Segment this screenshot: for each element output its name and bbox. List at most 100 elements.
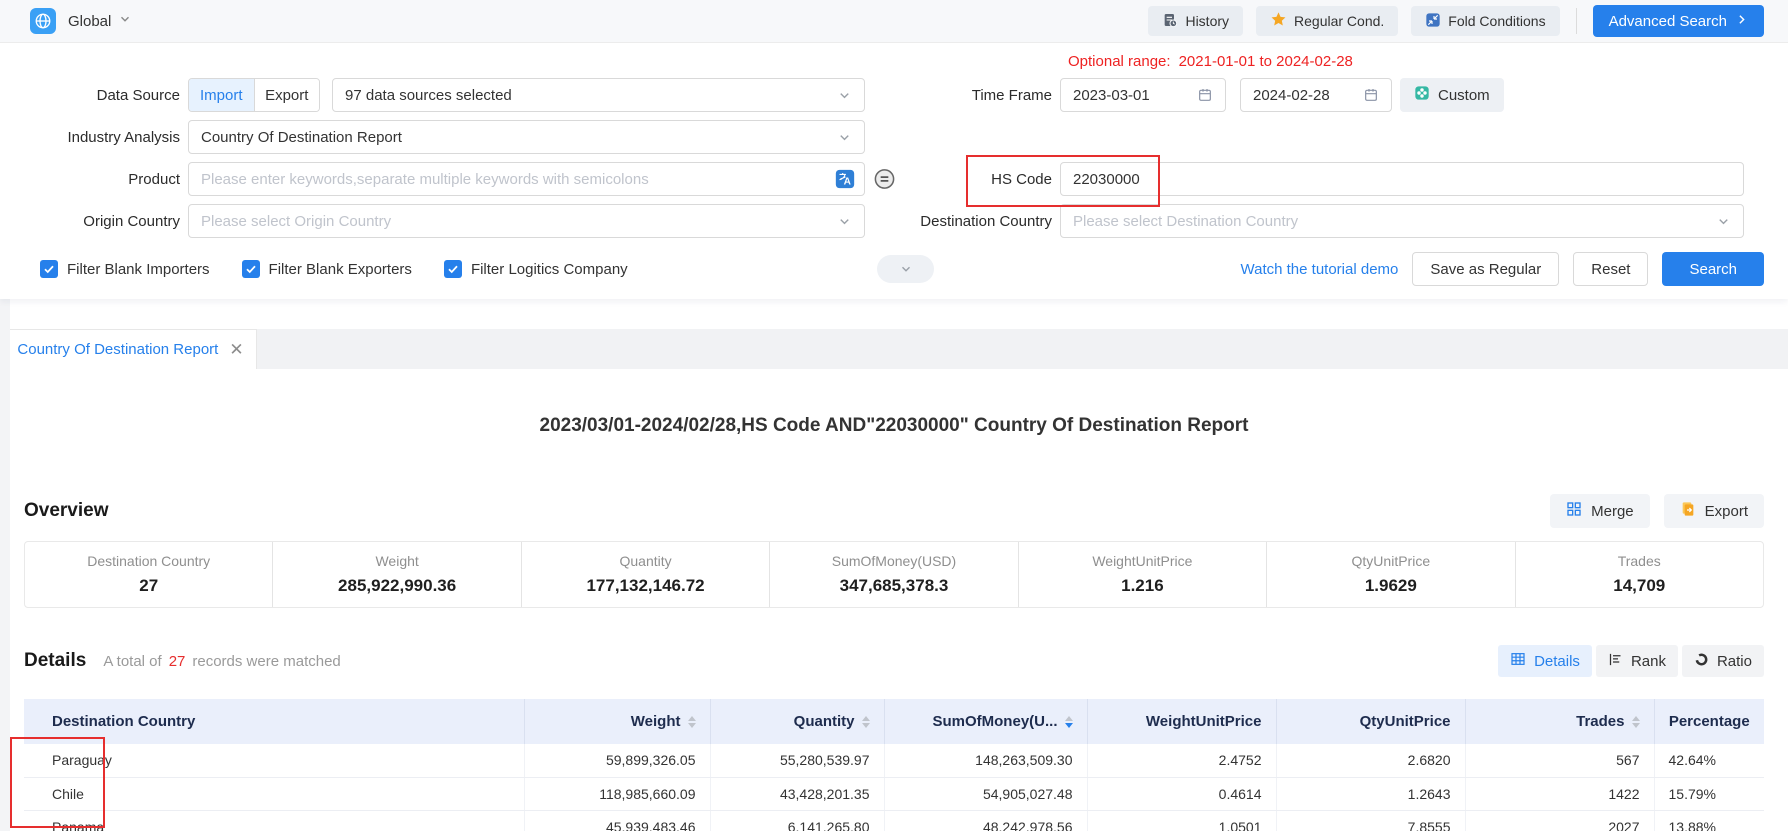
row-product: Product A HS Code xyxy=(0,162,1788,196)
view-rank-button[interactable]: Rank xyxy=(1596,645,1678,677)
custom-range-button[interactable]: Custom xyxy=(1400,78,1504,112)
view-details-button[interactable]: Details xyxy=(1498,645,1592,677)
details-table: Destination Country Weight Quantity SumO… xyxy=(24,699,1764,831)
history-icon xyxy=(1162,12,1178,31)
stat-sum-of-money: SumOfMoney(USD) 347,685,378.3 xyxy=(769,542,1017,607)
data-source-label: Data Source xyxy=(0,87,180,104)
spacer xyxy=(0,299,1788,329)
tab-country-of-destination-report[interactable]: Country Of Destination Report ✕ xyxy=(4,329,257,369)
merge-icon xyxy=(1566,501,1582,521)
bar-rank-icon xyxy=(1608,652,1623,671)
details-heading: Details xyxy=(24,650,86,672)
table-row[interactable]: Chile 118,985,660.09 43,428,201.35 54,90… xyxy=(24,777,1764,810)
col-weight[interactable]: Weight xyxy=(524,699,710,744)
view-ratio-button[interactable]: Ratio xyxy=(1682,645,1764,677)
checkbox-checked-icon xyxy=(242,260,260,278)
industry-label: Industry Analysis xyxy=(0,129,180,146)
stat-weight-unit-price: WeightUnitPrice 1.216 xyxy=(1018,542,1266,607)
start-date-input[interactable]: 2023-03-01 xyxy=(1060,78,1226,112)
cell-country[interactable]: Panama xyxy=(24,810,524,831)
data-sources-select[interactable]: 97 data sources selected xyxy=(332,78,865,112)
row-industry: Industry Analysis Country Of Destination… xyxy=(0,120,1788,154)
row-countries: Origin Country Please select Origin Coun… xyxy=(0,204,1788,238)
filter-blank-importers-checkbox[interactable]: Filter Blank Importers xyxy=(40,260,210,278)
save-as-regular-button[interactable]: Save as Regular xyxy=(1412,252,1559,286)
destination-country-label: Destination Country xyxy=(865,213,1052,230)
time-frame-label: Time Frame xyxy=(865,87,1052,104)
fold-icon xyxy=(1425,12,1441,31)
chevron-down-icon xyxy=(837,214,852,229)
end-date-input[interactable]: 2024-02-28 xyxy=(1240,78,1392,112)
origin-country-select[interactable]: Please select Origin Country xyxy=(188,204,865,238)
topbar: Global History Regular Cond. Fold Condit… xyxy=(0,0,1788,43)
chevron-down-icon xyxy=(837,88,852,103)
custom-icon xyxy=(1414,85,1430,105)
cell-country[interactable]: Paraguay xyxy=(24,744,524,777)
stat-trades: Trades 14,709 xyxy=(1515,542,1763,607)
history-button[interactable]: History xyxy=(1148,6,1243,36)
export-button[interactable]: Export xyxy=(1664,494,1764,528)
scope-selector[interactable]: Global xyxy=(30,8,132,34)
reset-button[interactable]: Reset xyxy=(1573,252,1648,286)
svg-text:A: A xyxy=(844,177,852,188)
col-sum-of-money[interactable]: SumOfMoney(U... xyxy=(884,699,1087,744)
import-toggle[interactable]: Import xyxy=(189,79,254,111)
translate-icon[interactable]: A xyxy=(834,168,856,190)
topbar-divider xyxy=(1576,8,1577,34)
sort-icon-active-desc[interactable] xyxy=(1065,716,1073,728)
merge-button[interactable]: Merge xyxy=(1550,494,1650,528)
calendar-icon xyxy=(1197,87,1213,103)
close-icon[interactable]: ✕ xyxy=(229,341,243,358)
destination-country-select[interactable]: Please select Destination Country xyxy=(1060,204,1744,238)
tutorial-demo-link[interactable]: Watch the tutorial demo xyxy=(1241,261,1399,278)
cell-country[interactable]: Chile xyxy=(24,777,524,810)
col-quantity[interactable]: Quantity xyxy=(710,699,884,744)
sort-icon[interactable] xyxy=(688,716,696,728)
tab-bar: Country Of Destination Report ✕ xyxy=(0,329,1788,369)
report-content: 2023/03/01-2024/02/28,HS Code AND"220300… xyxy=(0,415,1788,831)
sort-icon[interactable] xyxy=(862,716,870,728)
product-input[interactable] xyxy=(188,162,865,196)
scope-label: Global xyxy=(68,13,111,30)
product-label: Product xyxy=(0,171,180,188)
sort-icon[interactable] xyxy=(1632,716,1640,728)
col-weight-unit-price: WeightUnitPrice xyxy=(1087,699,1276,744)
industry-select[interactable]: Country Of Destination Report xyxy=(188,120,865,154)
chevron-down-icon xyxy=(837,130,852,145)
donut-ratio-icon xyxy=(1694,652,1709,671)
import-export-toggle: Import Export xyxy=(188,78,320,112)
col-trades[interactable]: Trades xyxy=(1465,699,1654,744)
export-file-icon xyxy=(1680,501,1696,521)
stat-destination-country: Destination Country 27 xyxy=(25,542,272,607)
matched-count: 27 xyxy=(169,653,186,670)
table-icon xyxy=(1510,651,1526,671)
overview-header: Overview Merge Export xyxy=(24,494,1764,528)
calendar-icon xyxy=(1363,87,1379,103)
table-header-row: Destination Country Weight Quantity SumO… xyxy=(24,699,1764,744)
exact-match-icon[interactable] xyxy=(873,168,896,191)
overview-heading: Overview xyxy=(24,500,109,522)
filter-blank-exporters-checkbox[interactable]: Filter Blank Exporters xyxy=(242,260,412,278)
stat-weight: Weight 285,922,990.36 xyxy=(272,542,520,607)
star-icon xyxy=(1270,11,1287,31)
row-filters-actions: Filter Blank Importers Filter Blank Expo… xyxy=(0,253,1788,285)
search-button[interactable]: Search xyxy=(1662,252,1764,286)
fold-conditions-button[interactable]: Fold Conditions xyxy=(1411,6,1559,36)
export-toggle[interactable]: Export xyxy=(254,79,320,111)
stat-qty-unit-price: QtyUnitPrice 1.9629 xyxy=(1266,542,1514,607)
filter-panel: Optional range: 2021-01-01 to 2024-02-28… xyxy=(0,43,1788,299)
regular-cond-button[interactable]: Regular Cond. xyxy=(1256,6,1398,36)
optional-range-text: Optional range: 2021-01-01 to 2024-02-28 xyxy=(1068,53,1788,71)
checkbox-checked-icon xyxy=(444,260,462,278)
app-page: Global History Regular Cond. Fold Condit… xyxy=(0,0,1788,831)
details-header: Details A total of 27 records were match… xyxy=(24,645,1764,677)
col-destination-country: Destination Country xyxy=(24,699,524,744)
globe-icon xyxy=(30,8,56,34)
advanced-search-button[interactable]: Advanced Search xyxy=(1593,5,1764,37)
table-row[interactable]: Panama 45,939,483.46 6,141,265.80 48,242… xyxy=(24,810,1764,831)
col-percentage: Percentage xyxy=(1654,699,1764,744)
collapse-conditions-button[interactable] xyxy=(877,255,934,283)
table-row[interactable]: Paraguay 59,899,326.05 55,280,539.97 148… xyxy=(24,744,1764,777)
hs-code-input[interactable] xyxy=(1060,162,1744,196)
filter-logistics-company-checkbox[interactable]: Filter Logitics Company xyxy=(444,260,628,278)
